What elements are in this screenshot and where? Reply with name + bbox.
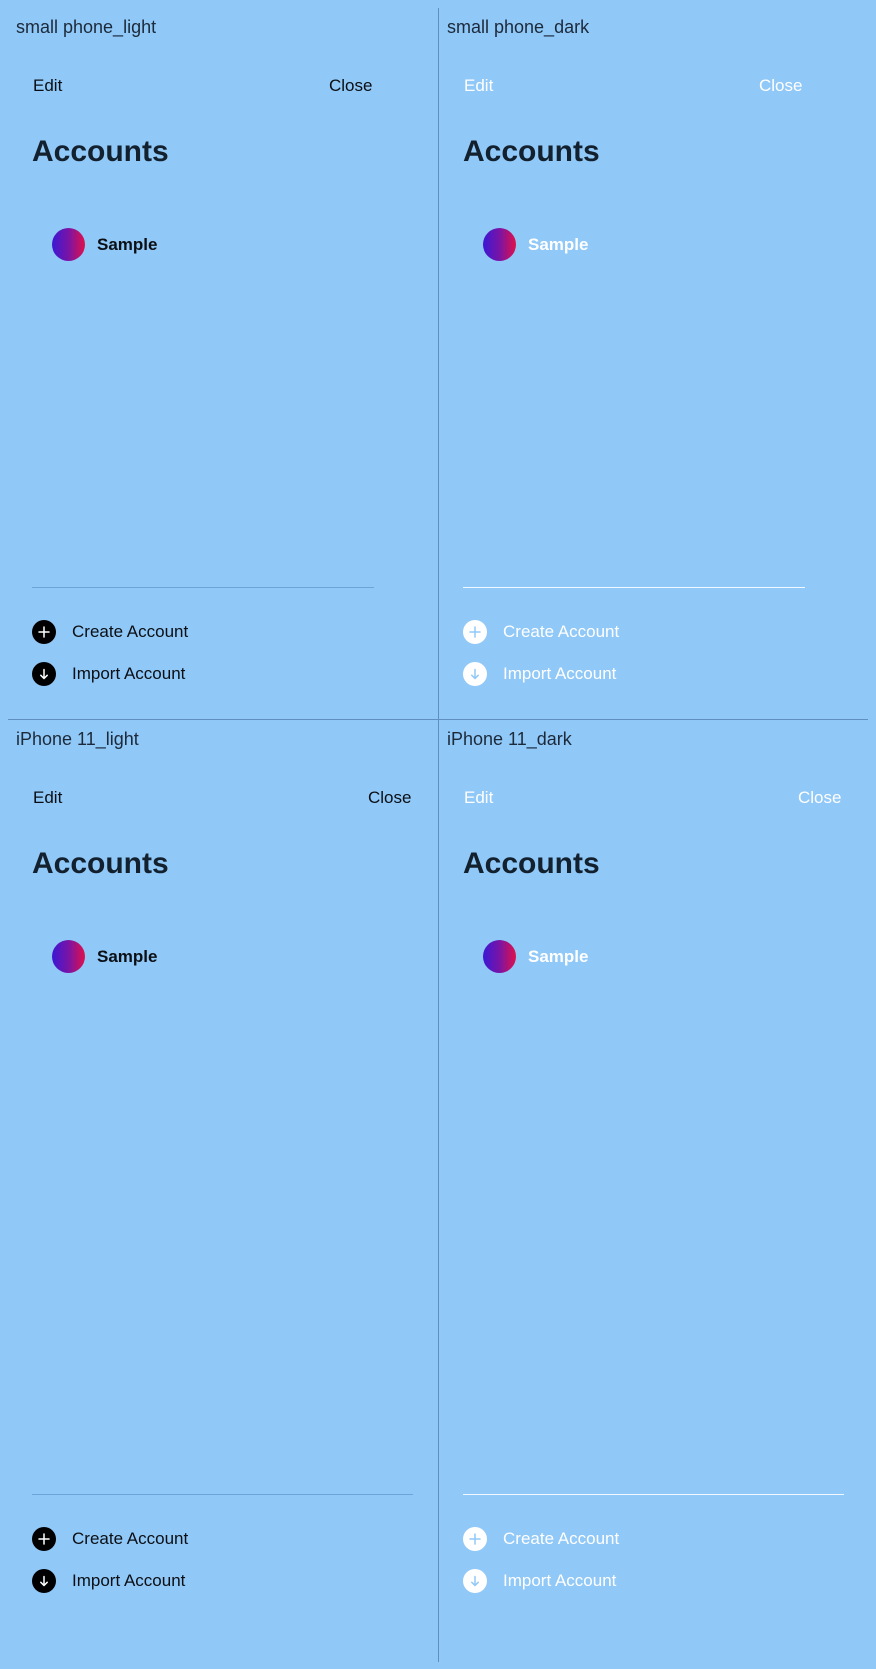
avatar — [52, 940, 85, 973]
avatar — [483, 228, 516, 261]
edit-button[interactable]: Edit — [33, 76, 62, 96]
import-account-label: Import Account — [72, 1571, 186, 1590]
page-title: Accounts — [463, 135, 600, 168]
frame-iphone-11-light: iPhone 11_light Edit Close Accounts Samp… — [8, 720, 438, 1662]
close-button[interactable]: Close — [759, 76, 802, 96]
account-name: Sample — [97, 234, 158, 254]
close-button[interactable]: Close — [798, 788, 841, 808]
plus-icon — [32, 620, 56, 644]
account-name: Sample — [97, 946, 158, 966]
arrow-down-icon — [32, 662, 56, 686]
create-account-label: Create Account — [72, 622, 189, 641]
create-account-button[interactable]: Create Account — [463, 620, 619, 644]
account-name: Sample — [528, 234, 589, 254]
arrow-down-icon — [463, 662, 487, 686]
import-account-label: Import Account — [72, 664, 186, 683]
plus-icon — [32, 1527, 56, 1551]
create-account-label: Create Account — [503, 1529, 620, 1548]
divider — [463, 1494, 844, 1495]
account-name: Sample — [528, 946, 589, 966]
frame-label: small phone_light — [16, 17, 157, 37]
close-button[interactable]: Close — [329, 76, 372, 96]
page-title: Accounts — [32, 135, 169, 168]
create-account-label: Create Account — [503, 622, 620, 641]
create-account-button[interactable]: Create Account — [32, 1527, 188, 1551]
import-account-button[interactable]: Import Account — [32, 662, 185, 686]
frame-small-phone-light: small phone_light Edit Close Accounts Sa… — [8, 8, 438, 719]
page-title: Accounts — [463, 847, 600, 880]
account-item[interactable]: Sample — [483, 940, 588, 973]
account-item[interactable]: Sample — [52, 940, 157, 973]
frame-label: iPhone 11_light — [16, 729, 139, 749]
divider — [32, 1494, 413, 1495]
import-account-button[interactable]: Import Account — [463, 1569, 616, 1593]
frame-small-phone-dark: small phone_dark Edit Close Accounts Sam… — [439, 8, 869, 719]
divider — [463, 587, 805, 588]
frame-iphone-11-dark: iPhone 11_dark Edit Close Accounts Sampl… — [439, 720, 869, 1662]
import-account-button[interactable]: Import Account — [463, 662, 616, 686]
arrow-down-icon — [32, 1569, 56, 1593]
close-button[interactable]: Close — [368, 788, 411, 808]
divider — [32, 587, 374, 588]
account-item[interactable]: Sample — [52, 228, 157, 261]
edit-button[interactable]: Edit — [464, 76, 493, 96]
page-title: Accounts — [32, 847, 169, 880]
plus-icon — [463, 1527, 487, 1551]
avatar — [52, 228, 85, 261]
account-item[interactable]: Sample — [483, 228, 588, 261]
create-account-button[interactable]: Create Account — [32, 620, 188, 644]
create-account-button[interactable]: Create Account — [463, 1527, 619, 1551]
import-account-label: Import Account — [503, 664, 617, 683]
avatar — [483, 940, 516, 973]
create-account-label: Create Account — [72, 1529, 189, 1548]
frame-label: iPhone 11_dark — [447, 729, 572, 749]
plus-icon — [463, 620, 487, 644]
import-account-label: Import Account — [503, 1571, 617, 1590]
edit-button[interactable]: Edit — [33, 788, 62, 808]
import-account-button[interactable]: Import Account — [32, 1569, 185, 1593]
frame-label: small phone_dark — [447, 17, 590, 37]
arrow-down-icon — [463, 1569, 487, 1593]
edit-button[interactable]: Edit — [464, 788, 493, 808]
